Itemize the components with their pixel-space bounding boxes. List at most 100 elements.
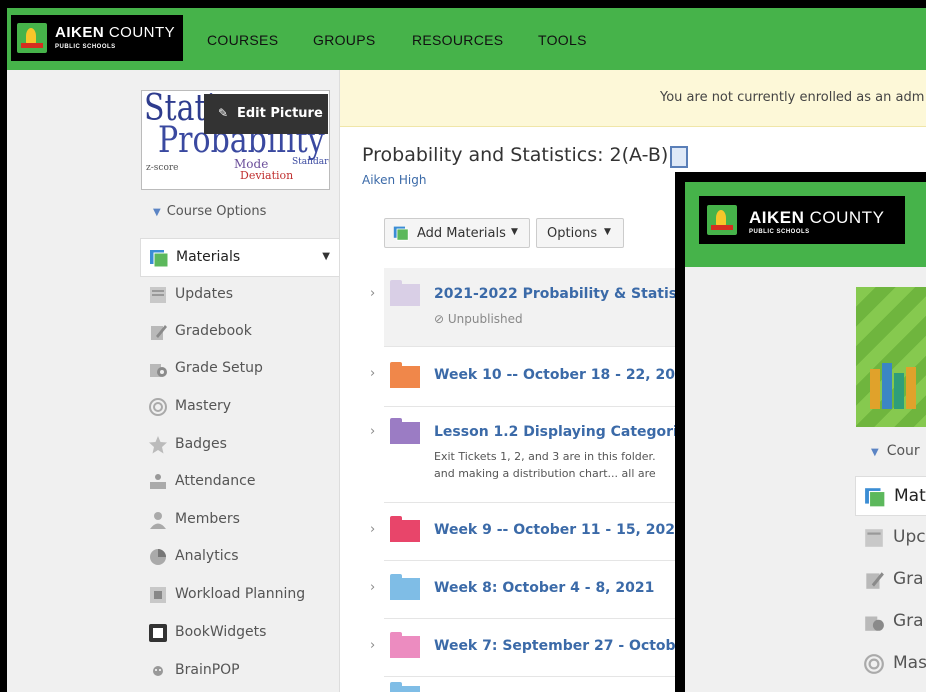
course-options-toggle[interactable]: ▼ Course Options [153,204,266,219]
book-icon [870,369,880,409]
analytics-icon [150,549,166,565]
sidebar-item-label: BookWidgets [175,624,267,640]
book-icon [882,363,892,409]
district-logo[interactable]: AIKEN COUNTY PUBLIC SCHOOLS [11,15,183,61]
grade-setup-icon [865,616,884,631]
folder-title-link[interactable]: Week 9 -- October 11 - 15, 2021 [434,522,685,538]
attendance-icon [150,474,166,489]
course-options-toggle[interactable]: ▼ Cour [871,443,920,459]
folder-title-link[interactable]: Week 8: October 4 - 8, 2021 [434,580,654,596]
sidebar-item-label: BrainPOP [175,662,240,678]
picture-word: z-score [146,163,179,173]
nav-courses[interactable]: COURSES [207,32,278,48]
sidebar-item-members[interactable]: Members [140,501,339,538]
sidebar-item-attendance[interactable]: Attendance [140,463,339,500]
edit-picture-button[interactable]: ✎ Edit Picture [204,94,328,134]
picture-word: Standard [292,157,330,167]
book-icon [906,367,916,409]
sidebar-item-label: Analytics [175,548,239,564]
sidebar-item-materials[interactable]: Materials ▼ [140,238,340,277]
sidebar-item-badges[interactable]: Badges [140,426,339,463]
edit-picture-label: Edit Picture [237,106,323,121]
enrollment-banner: You are not currently enrolled as an adm [340,70,926,127]
torch-icon [17,23,47,53]
folder-icon [390,574,420,600]
sidebar-item-materials[interactable]: Mat [855,476,926,516]
enrollment-banner-text: You are not currently enrolled as an adm [660,90,925,105]
book-icon [894,373,904,409]
sidebar-item-workload-planning[interactable]: Workload Planning [140,576,339,613]
badges-icon [149,436,167,454]
overlay-sidebar: ▼ Cour Mat Upc Gra Gra Mas [685,267,926,692]
course-options-label: Course Options [166,204,267,219]
sidebar-item-gradebook[interactable]: Gradebook [140,313,339,350]
sidebar-item-analytics[interactable]: Analytics [140,538,339,575]
course-info-icon[interactable] [670,146,688,168]
sidebar-item-label: Mat [894,486,926,506]
logo-text-bold: AIKEN [55,24,105,41]
logo-subtext: PUBLIC SCHOOLS [55,44,116,50]
logo-text-rest: COUNTY [104,24,176,41]
sidebar-item-label: Upc [893,527,926,547]
nav-groups[interactable]: GROUPS [313,32,375,48]
materials-icon [393,226,409,241]
overlay-screenshot: AIKEN COUNTY PUBLIC SCHOOLS ▼ Cour Mat Up… [675,172,926,692]
bookwidgets-icon [149,624,167,642]
members-icon [150,512,166,529]
chevron-right-icon[interactable]: › [370,424,375,439]
add-materials-button[interactable]: Add Materials ▼ [384,218,530,248]
sidebar-item-mastery[interactable]: Mastery [140,388,339,425]
mastery-icon [864,654,884,674]
updates-icon [865,529,883,547]
sidebar-item-bookwidgets[interactable]: BookWidgets [140,614,339,651]
picture-word: Deviation [240,169,294,182]
chevron-right-icon[interactable]: › [370,638,375,653]
sidebar-item-label: Mas [893,653,926,673]
nav-resources[interactable]: RESOURCES [412,32,503,48]
folder-title-link[interactable]: Lesson 1.2 Displaying Categorical [434,424,700,440]
sidebar-item-label: Mastery [175,398,232,414]
logo-subtext: PUBLIC SCHOOLS [749,229,810,235]
mastery-icon [149,398,167,416]
sidebar-item-updates[interactable]: Upc [855,518,926,556]
sidebar-item-gradebook[interactable]: Gra [855,560,926,598]
chevron-right-icon[interactable]: › [370,286,375,301]
overlay-top-bar: AIKEN COUNTY PUBLIC SCHOOLS [685,182,926,267]
top-navigation-bar: AIKEN COUNTY PUBLIC SCHOOLS COURSES GROU… [7,8,926,70]
folder-description: Exit Tickets 1, 2, and 3 are in this fol… [434,450,656,463]
caret-down-icon: ▼ [511,227,518,237]
pencil-icon: ✎ [218,106,229,120]
sidebar-item-label: Materials [176,249,241,265]
brainpop-icon [153,666,163,676]
page-title: Probability and Statistics: 2(A-B) [362,144,669,166]
folder-icon [390,682,420,692]
sidebar-item-label: Badges [175,436,227,452]
gradebook-icon [866,572,884,589]
chevron-right-icon[interactable]: › [370,522,375,537]
folder-title-link[interactable]: Week 7: September 27 - October [434,638,692,654]
school-link[interactable]: Aiken High [362,173,426,187]
sidebar-item-updates[interactable]: Updates [140,276,339,313]
chevron-right-icon[interactable]: › [370,366,375,381]
district-logo[interactable]: AIKEN COUNTY PUBLIC SCHOOLS [699,196,905,244]
torch-icon [707,205,737,235]
options-button[interactable]: Options ▼ [536,218,624,248]
sidebar-item-label: Members [175,511,240,527]
logo-text-rest: COUNTY [804,208,885,227]
sidebar-item-grade-setup[interactable]: Gra [855,602,926,640]
add-materials-label: Add Materials [417,226,506,241]
folder-title-link[interactable]: Week 10 -- October 18 - 22, 2021 [434,367,694,383]
folder-title-link[interactable]: 2021-2022 Probability & Statistics [434,286,705,302]
sidebar-item-brainpop[interactable]: BrainPOP [140,652,339,689]
nav-tools[interactable]: TOOLS [538,32,587,48]
sidebar-item-label: Gradebook [175,323,252,339]
gradebook-icon [151,325,167,340]
chevron-right-icon[interactable]: › [370,580,375,595]
course-sidebar: Statist Probability Mode Deviation z-sco… [7,70,340,692]
folder-icon [390,418,420,444]
sidebar-item-label: Updates [175,286,233,302]
sidebar-item-mastery[interactable]: Mas [855,644,926,682]
sidebar-item-grade-setup[interactable]: Grade Setup [140,350,339,387]
chevron-down-icon[interactable]: ▼ [322,251,330,262]
materials-icon [150,250,169,268]
